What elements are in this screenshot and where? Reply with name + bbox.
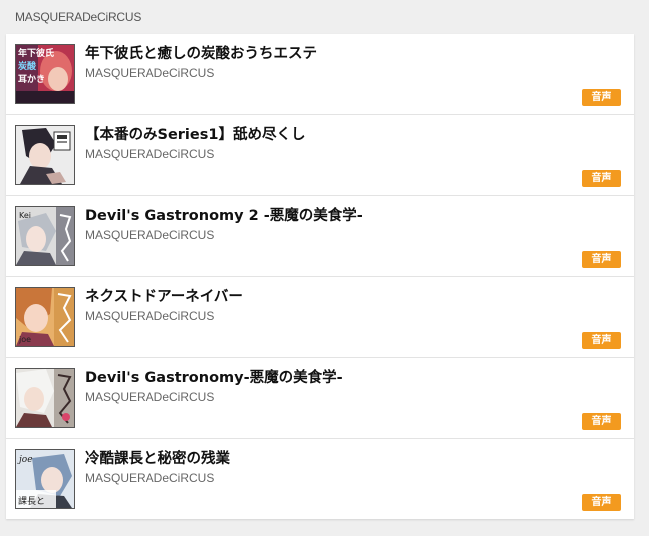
works-list: 年下彼氏 炭酸 耳かき 年下彼氏と癒しの炭酸おうちエステ MASQUERADeC… bbox=[6, 34, 634, 519]
work-thumbnail[interactable]: joe 課長と bbox=[15, 449, 75, 509]
work-item[interactable]: 年下彼氏 炭酸 耳かき 年下彼氏と癒しの炭酸おうちエステ MASQUERADeC… bbox=[6, 34, 634, 115]
work-thumbnail[interactable] bbox=[15, 125, 75, 185]
work-circle[interactable]: MASQUERADeCiRCUS bbox=[85, 390, 214, 404]
work-item[interactable]: joe 課長と 冷酷課長と秘密の残業 MASQUERADeCiRCUS 音声 bbox=[6, 439, 634, 519]
work-item[interactable]: joe ネクストドアーネイバー MASQUERADeCiRCUS 音声 bbox=[6, 277, 634, 358]
work-title[interactable]: 【本番のみSeries1】舐め尽くし bbox=[85, 123, 305, 144]
work-item[interactable]: Devil's Gastronomy-悪魔の美食学- MASQUERADeCiR… bbox=[6, 358, 634, 439]
work-circle[interactable]: MASQUERADeCiRCUS bbox=[85, 66, 214, 80]
work-item[interactable]: 【本番のみSeries1】舐め尽くし MASQUERADeCiRCUS 音声 bbox=[6, 115, 634, 196]
work-title[interactable]: Devil's Gastronomy-悪魔の美食学- bbox=[85, 366, 343, 387]
work-thumbnail[interactable]: Kei bbox=[15, 206, 75, 266]
thumb-caption: joe bbox=[17, 455, 33, 465]
work-thumbnail[interactable]: 年下彼氏 炭酸 耳かき bbox=[15, 44, 75, 104]
thumb-caption: 炭酸 bbox=[18, 60, 37, 72]
voice-badge: 音声 bbox=[582, 251, 621, 268]
section-header: MASQUERADeCiRCUS bbox=[15, 10, 142, 24]
thumb-caption: 耳かき bbox=[18, 74, 45, 85]
thumb-caption: Kei bbox=[19, 211, 31, 220]
voice-badge: 音声 bbox=[582, 494, 621, 511]
work-title[interactable]: Devil's Gastronomy 2 -悪魔の美食学- bbox=[85, 204, 363, 225]
work-circle[interactable]: MASQUERADeCiRCUS bbox=[85, 309, 214, 323]
voice-badge: 音声 bbox=[582, 89, 621, 106]
voice-badge: 音声 bbox=[582, 332, 621, 349]
work-circle[interactable]: MASQUERADeCiRCUS bbox=[85, 147, 214, 161]
thumb-caption: 課長と bbox=[18, 495, 45, 507]
work-circle[interactable]: MASQUERADeCiRCUS bbox=[85, 471, 214, 485]
thumb-caption: joe bbox=[18, 335, 31, 344]
thumb-caption: 年下彼氏 bbox=[18, 47, 54, 59]
voice-badge: 音声 bbox=[582, 170, 621, 187]
work-thumbnail[interactable] bbox=[15, 368, 75, 428]
work-circle[interactable]: MASQUERADeCiRCUS bbox=[85, 228, 214, 242]
work-title[interactable]: 冷酷課長と秘密の残業 bbox=[85, 447, 230, 468]
work-item[interactable]: Kei Devil's Gastronomy 2 -悪魔の美食学- MASQUE… bbox=[6, 196, 634, 277]
work-title[interactable]: ネクストドアーネイバー bbox=[85, 285, 243, 306]
work-title[interactable]: 年下彼氏と癒しの炭酸おうちエステ bbox=[85, 42, 317, 63]
work-thumbnail[interactable]: joe bbox=[15, 287, 75, 347]
voice-badge: 音声 bbox=[582, 413, 621, 430]
